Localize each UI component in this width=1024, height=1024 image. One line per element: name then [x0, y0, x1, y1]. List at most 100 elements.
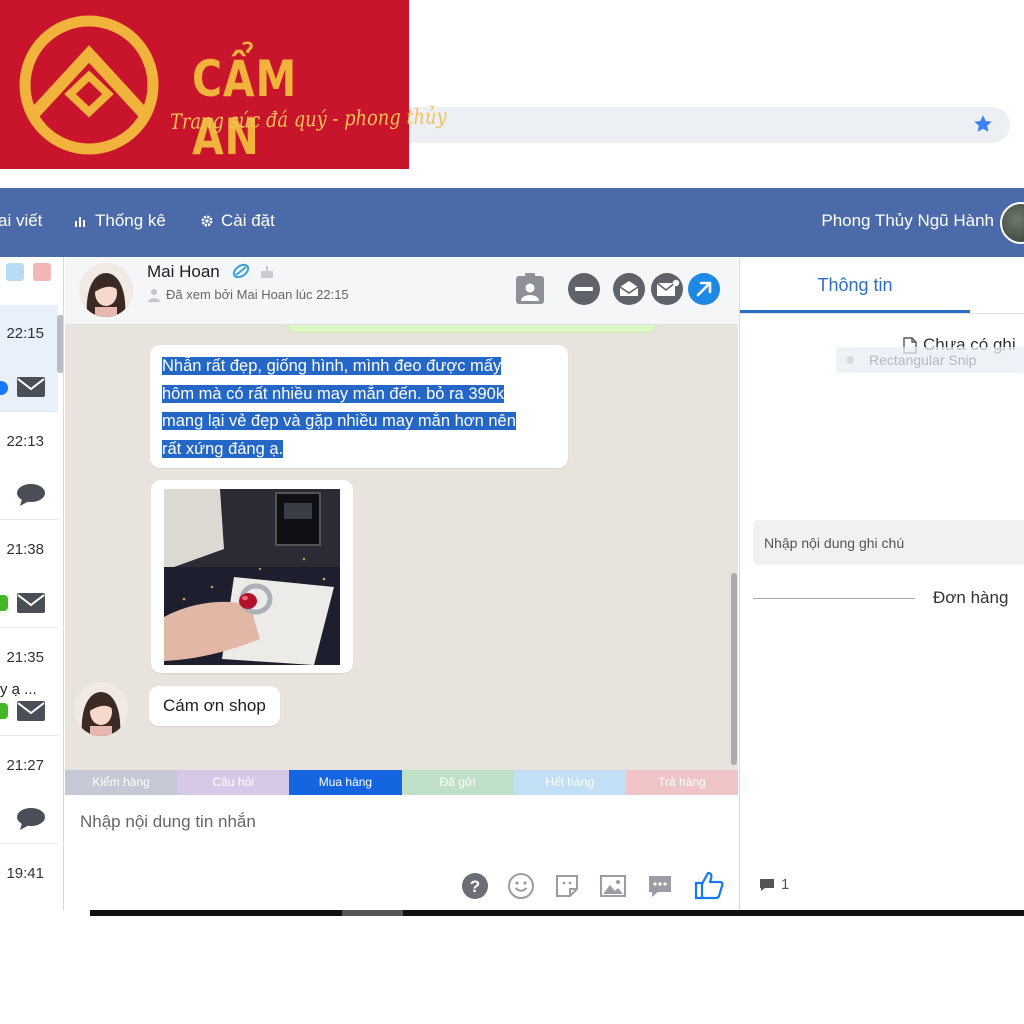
open-external-icon[interactable]	[687, 272, 721, 306]
contact-avatar[interactable]	[79, 263, 133, 317]
help-icon[interactable]: ?	[461, 872, 489, 900]
bar-chart-icon	[75, 217, 85, 227]
nav-item-settings[interactable]: Cài đặt	[200, 211, 275, 231]
image-icon[interactable]	[599, 872, 627, 900]
ring-photo-image	[164, 489, 340, 665]
contact-photo	[79, 263, 133, 317]
label-tag-bar: Kiểm hàng Câu hỏi Mua hàng Đã gửi Hết hà…	[65, 770, 739, 795]
ring-photo[interactable]	[164, 489, 340, 665]
review-message-text: Nhẫn rất đẹp, giống hình, mình đeo được …	[150, 345, 550, 471]
tab-divider	[740, 313, 1024, 314]
address-bar[interactable]	[380, 107, 1010, 143]
nav-item-stats[interactable]: Thống kê	[74, 211, 166, 231]
snip-dot-icon	[846, 356, 854, 364]
contact-name[interactable]: Mai Hoan	[147, 262, 275, 282]
contact-name-label: Mai Hoan	[147, 262, 220, 281]
mark-unread-icon[interactable]	[650, 272, 684, 306]
conversation-time: 19:41	[6, 865, 44, 882]
tag-da-gui[interactable]: Đã gửi	[401, 770, 514, 795]
page-avatar[interactable]	[1000, 202, 1024, 244]
conversation-row[interactable]: 21:35 y ạ ...	[0, 629, 58, 736]
sender-avatar[interactable]	[74, 682, 128, 736]
message-input[interactable]	[65, 795, 738, 867]
tab-info[interactable]: Thông tin	[740, 257, 970, 313]
conversation-time: 21:35	[6, 649, 44, 666]
nav-item-posts[interactable]: ai viết	[0, 211, 42, 231]
nav-item-settings-label: Cài đặt	[221, 211, 275, 230]
snip-overlay: Rectangular Snip	[836, 347, 1024, 373]
conversation-time: 22:13	[6, 433, 44, 450]
contact-card-icon[interactable]	[513, 272, 547, 306]
like-icon[interactable]	[693, 869, 725, 901]
review-line: rất xứng đáng ạ.	[162, 439, 284, 458]
app-screen: CẨM AN Trang sức đá quý - phong thủy ai …	[0, 0, 1024, 1024]
conversation-time: 21:38	[6, 541, 44, 558]
mail-icon	[17, 377, 45, 397]
mail-icon	[17, 593, 45, 613]
filter-swatch-blue[interactable]	[6, 263, 24, 281]
nav-item-posts-label: ai viết	[0, 211, 43, 230]
svg-text:?: ?	[470, 877, 480, 896]
tag-mua-hang[interactable]: Mua hàng	[289, 770, 402, 795]
conversation-list: 22:15 22:13 21:38 21:35 y ạ ... 21:27 19…	[0, 257, 64, 910]
tag-het-hang[interactable]: Hết hàng	[513, 770, 626, 795]
top-navigation: ai viết Thống kê Cài đặt Phong Thủy Ngũ …	[0, 188, 1024, 257]
image-message-bubble[interactable]	[151, 480, 353, 673]
list-scrollbar[interactable]	[57, 315, 63, 373]
mark-read-icon[interactable]	[612, 272, 646, 306]
comment-count[interactable]: 1	[759, 876, 789, 893]
comment-icon	[760, 878, 774, 891]
seen-text: Đã xem bởi Mai Hoan lúc 22:15	[166, 287, 349, 302]
seen-status: Đã xem bởi Mai Hoan lúc 22:15	[147, 287, 349, 302]
comment-count-value: 1	[781, 876, 790, 893]
filter-swatch-red[interactable]	[33, 263, 51, 281]
page-name[interactable]: Phong Thủy Ngũ Hành	[821, 211, 994, 231]
review-line: hôm mà có rất nhiều may mắn đến. bỏ ra 3…	[162, 384, 505, 403]
unread-dot	[0, 381, 8, 395]
tag-tra-hang[interactable]: Trả hàng	[625, 770, 739, 795]
horizontal-scrollbar[interactable]	[90, 910, 1024, 916]
tag-kiem-hang[interactable]: Kiểm hàng	[65, 770, 178, 795]
conversation-time: 22:15	[6, 325, 44, 342]
review-line: mang lại vẻ đẹp và gặp nhiều may mắn hơn…	[162, 412, 516, 430]
mail-icon	[17, 701, 45, 721]
thread-scrollbar[interactable]	[731, 573, 737, 765]
tag-cau-hoi[interactable]: Câu hỏi	[177, 770, 290, 795]
horizontal-scroll-thumb[interactable]	[342, 910, 403, 916]
info-panel: Thông tin Chưa có ghi Rectangular Snip Đ…	[739, 257, 1024, 910]
message-thread: Nhẫn rất đẹp, giống hình, mình đeo được …	[65, 325, 738, 770]
sender-photo	[74, 682, 128, 736]
channel-badge	[0, 595, 8, 611]
chat-bubble-icon	[17, 808, 45, 830]
review-line: Nhẫn rất đẹp, giống hình, mình đeo được …	[162, 357, 502, 375]
conversation-row[interactable]: 22:15	[0, 305, 58, 412]
orders-section-label[interactable]: Đơn hàng	[933, 588, 1008, 608]
brand-logo: CẨM AN Trang sức đá quý - phong thủy	[0, 0, 447, 169]
snip-overlay-text: Rectangular Snip	[869, 352, 977, 368]
channel-badge	[0, 703, 8, 719]
emoji-icon[interactable]	[507, 872, 535, 900]
conversation-row[interactable]: 21:38	[0, 521, 58, 628]
conversation-snippet: y ạ ...	[0, 681, 37, 698]
conversation-row[interactable]: 22:13	[0, 413, 58, 520]
gear-icon	[201, 215, 213, 227]
sticker-icon[interactable]	[553, 872, 581, 900]
remove-icon[interactable]	[567, 272, 601, 306]
chat-header: Mai Hoan Đã xem bởi Mai Hoan lúc 22:15	[65, 257, 738, 325]
note-input[interactable]	[753, 520, 1024, 565]
previous-message-bubble	[287, 325, 657, 333]
birthday-cake-icon	[261, 266, 274, 278]
logo-slogan: Trang sức đá quý - phong thủy	[169, 104, 447, 134]
link-icon[interactable]	[231, 263, 251, 279]
review-message-bubble[interactable]: Nhẫn rất đẹp, giống hình, mình đeo được …	[150, 345, 568, 468]
conversation-time: 21:27	[6, 757, 44, 774]
quick-reply-icon[interactable]	[646, 872, 674, 900]
star-icon[interactable]	[972, 113, 994, 135]
chat-bubble-icon	[17, 484, 45, 506]
conversation-row[interactable]: 21:27	[0, 737, 58, 844]
message-composer: ?	[65, 795, 738, 910]
conversation-row[interactable]: 19:41	[0, 845, 58, 910]
user-icon	[148, 288, 160, 302]
logo-emblem-icon	[19, 15, 159, 155]
thanks-message-bubble[interactable]: Cám ơn shop	[149, 686, 280, 726]
